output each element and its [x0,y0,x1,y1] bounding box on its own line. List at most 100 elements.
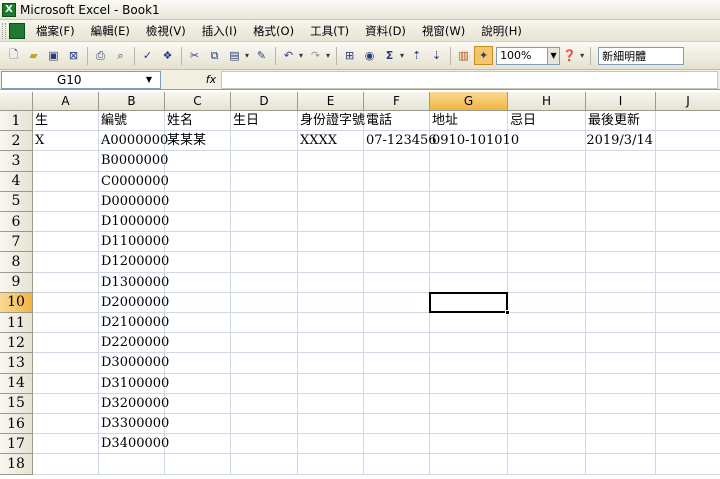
cell-d9[interactable] [231,272,298,293]
cell-a1[interactable]: 生 [33,111,99,132]
toolbar-options-icon[interactable]: ▾ [580,51,584,60]
cell-i8[interactable] [586,252,656,273]
menu-format[interactable]: 格式(O) [248,21,299,41]
cell-c15[interactable] [165,393,231,414]
cell-d11[interactable] [231,313,298,334]
cell-i6[interactable] [586,212,656,233]
chart-wizard-icon[interactable]: ▥ [454,46,473,65]
name-box[interactable]: G10 ▼ [1,70,161,89]
row-header-13[interactable]: 13 [0,353,33,374]
cell-j1[interactable] [656,111,720,132]
cell-g1[interactable]: 地址 [430,111,508,132]
cell-g7[interactable] [430,232,508,253]
insert-link-icon[interactable]: ◉ [360,46,379,65]
cell-d10[interactable] [231,292,298,313]
cell-d8[interactable] [231,252,298,273]
cell-b11[interactable]: D2100000 [99,313,169,334]
cell-g13[interactable] [430,353,508,374]
cell-d3[interactable] [231,151,298,172]
cell-c13[interactable] [165,353,231,374]
cell-h3[interactable] [508,151,586,172]
cell-f3[interactable] [364,151,430,172]
cell-i16[interactable] [586,414,656,435]
row-header-7[interactable]: 7 [0,232,33,253]
cell-i5[interactable] [586,191,656,212]
font-name-select[interactable]: 新細明體 [598,46,685,65]
cell-i17[interactable] [586,434,656,455]
cell-a17[interactable] [33,434,99,455]
cell-i12[interactable] [586,333,656,354]
cell-a7[interactable] [33,232,99,253]
cell-e3[interactable] [298,151,364,172]
row-header-8[interactable]: 8 [0,252,33,273]
undo-icon[interactable]: ↶ [279,46,298,65]
cell-a3[interactable] [33,151,99,172]
sort-ascending-icon[interactable]: ⇡ [407,46,426,65]
cell-f5[interactable] [364,191,430,212]
cell-d5[interactable] [231,191,298,212]
cell-h14[interactable] [508,373,586,394]
redo-dropdown-icon[interactable]: ▾ [326,51,330,60]
row-header-1[interactable]: 1 [0,111,33,132]
menu-data[interactable]: 資料(D) [360,21,411,41]
cell-a16[interactable] [33,414,99,435]
cell-a11[interactable] [33,313,99,334]
cell-e8[interactable] [298,252,364,273]
menu-view[interactable]: 檢視(V) [141,21,191,41]
cell-c9[interactable] [165,272,231,293]
cell-e6[interactable] [298,212,364,233]
formula-input[interactable] [221,70,718,89]
cell-h1[interactable]: 忌日 [508,111,586,132]
cell-a10[interactable] [33,292,99,313]
cell-i10[interactable] [586,292,656,313]
cell-c5[interactable] [165,191,231,212]
cell-b16[interactable]: D3300000 [99,414,169,435]
cell-j17[interactable] [656,434,720,455]
row-header-16[interactable]: 16 [0,414,33,435]
cell-e5[interactable] [298,191,364,212]
cut-icon[interactable]: ✂ [185,46,204,65]
menu-edit[interactable]: 編輯(E) [86,21,135,41]
toolbar-grip-icon[interactable] [2,22,6,39]
cell-i9[interactable] [586,272,656,293]
cell-e18[interactable] [298,454,364,475]
cell-j11[interactable] [656,313,720,334]
cell-c4[interactable] [165,171,231,192]
cell-a15[interactable] [33,393,99,414]
cell-b18[interactable] [99,454,165,475]
cell-g4[interactable] [430,171,508,192]
autosum-icon[interactable]: Σ [380,46,399,65]
cell-b14[interactable]: D3100000 [99,373,169,394]
cell-h10[interactable] [508,292,586,313]
cell-g11[interactable] [430,313,508,334]
row-header-5[interactable]: 5 [0,191,33,212]
open-icon[interactable]: ▰ [24,46,43,65]
row-header-4[interactable]: 4 [0,171,33,192]
cell-j8[interactable] [656,252,720,273]
cell-h17[interactable] [508,434,586,455]
paste-dropdown-icon[interactable]: ▾ [245,51,249,60]
cell-c12[interactable] [165,333,231,354]
cell-d2[interactable] [231,131,298,152]
cell-h8[interactable] [508,252,586,273]
cell-j4[interactable] [656,172,720,192]
cell-d4[interactable] [231,171,298,192]
cell-e1[interactable]: 身份證字號 [298,111,365,132]
zoom-dropdown-icon[interactable]: ▼ [548,46,561,65]
cell-d17[interactable] [231,434,298,455]
cell-h5[interactable] [508,191,586,212]
menu-insert[interactable]: 插入(I) [197,21,242,41]
cell-f2[interactable]: 07-123456 [364,131,437,152]
cell-j5[interactable] [656,192,720,212]
cell-a5[interactable] [33,191,99,212]
cell-a14[interactable] [33,373,99,394]
cell-f18[interactable] [364,454,430,475]
cell-b3[interactable]: B0000000 [99,151,168,172]
row-header-14[interactable]: 14 [0,373,33,394]
cell-e14[interactable] [298,373,364,394]
cell-d16[interactable] [231,414,298,435]
cell-c18[interactable] [165,454,231,475]
cell-c6[interactable] [165,212,231,233]
row-header-2[interactable]: 2 [0,131,33,152]
research-icon[interactable]: ❖ [158,46,177,65]
